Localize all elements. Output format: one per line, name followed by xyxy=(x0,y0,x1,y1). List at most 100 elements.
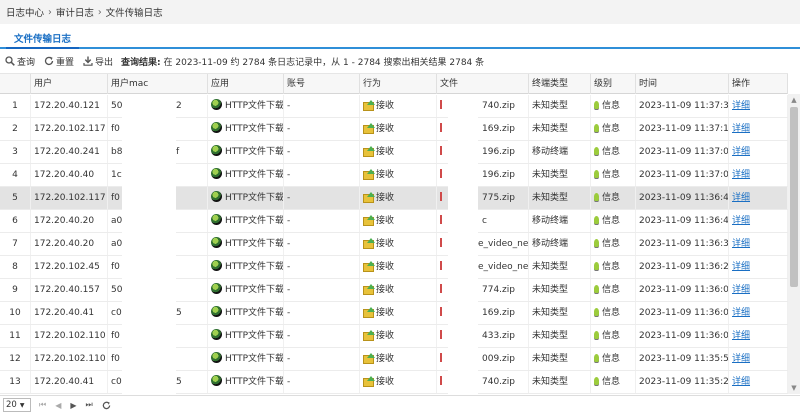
file-type-icon xyxy=(440,330,442,339)
app-name: HTTP文件下载 xyxy=(225,147,284,157)
column-header-app[interactable]: 应用 xyxy=(208,74,284,94)
page-size-select[interactable]: 20 ▼ xyxy=(3,398,31,412)
row-index: 8 xyxy=(12,262,18,272)
scroll-up-icon[interactable]: ▲ xyxy=(788,95,800,105)
cell-action: 接收 xyxy=(360,95,437,117)
cell-app: HTTP文件下载 xyxy=(208,95,284,117)
next-page-icon[interactable]: ▶ xyxy=(70,401,76,410)
query-button[interactable]: 查询 xyxy=(4,55,35,68)
table-row[interactable]: 9 172.20.40.157 50 HTTP文件下载 - 接收 774.zip 未知类型 信息… xyxy=(0,279,788,302)
app-name: HTTP文件下载 xyxy=(225,170,284,180)
detail-link[interactable]: 详细 xyxy=(732,124,750,134)
column-header-user-mac[interactable]: 用户mac xyxy=(108,74,208,94)
table-row[interactable]: 2 172.20.102.117 f0 HTTP文件下载 - 接收 169.zip 未知类型 信… xyxy=(0,118,788,141)
table-row[interactable]: 8 172.20.102.45 f0 HTTP文件下载- 接收 e_video_new.z… xyxy=(0,256,788,279)
time: 2023-11-09 11:37:02 xyxy=(639,170,729,180)
detail-link[interactable]: 详细 xyxy=(732,331,750,341)
column-header-time[interactable]: 时间 xyxy=(636,74,729,94)
action: 接收 xyxy=(376,216,395,226)
column-header-file[interactable]: 文件 xyxy=(437,74,529,94)
cell-time: 2023-11-09 11:36:49 xyxy=(636,187,729,209)
user-mac-start: 50 xyxy=(111,285,123,295)
action: 接收 xyxy=(376,331,395,341)
reset-button[interactable]: 重置 xyxy=(43,55,74,68)
cell-time: 2023-11-09 11:36:39 xyxy=(636,233,729,255)
export-button[interactable]: 导出 xyxy=(82,55,113,68)
table-row[interactable]: 12 172.20.102.110 f0 HTTP文件下载 - 接收 009.zip 未知类型… xyxy=(0,348,788,371)
refresh-icon[interactable] xyxy=(102,401,111,410)
cell-operation: 详细 xyxy=(729,187,788,209)
account: - xyxy=(287,331,291,341)
detail-link[interactable]: 详细 xyxy=(732,308,750,318)
file-name: e_video_new.z xyxy=(478,239,529,249)
cell-operation: 详细 xyxy=(729,256,788,278)
cell-action: 接收 xyxy=(360,348,437,370)
cell-account: - xyxy=(284,141,360,163)
table-row[interactable]: 5 172.20.102.117 f0 HTTP文件下载 - 接收 775.zip 未知类型 信… xyxy=(0,187,788,210)
table-row[interactable]: 7 172.20.40.20 a0 HTTP文件下载- 接收 e_video_new.z移… xyxy=(0,233,788,256)
reset-button-label: 重置 xyxy=(56,57,75,68)
cell-action: 接收 xyxy=(360,325,437,347)
user-ip: 172.20.40.20 xyxy=(34,239,95,249)
last-page-icon[interactable]: ⏭ xyxy=(86,400,93,410)
cell-index: 13 xyxy=(0,371,31,393)
detail-link[interactable]: 详细 xyxy=(732,285,750,295)
lightbulb-icon xyxy=(594,285,599,293)
breadcrumb: 日志中心 › 审计日志 › 文件传输日志 xyxy=(0,0,800,24)
detail-link[interactable]: 详细 xyxy=(732,101,750,111)
detail-link[interactable]: 详细 xyxy=(732,262,750,272)
file-name: e_video_new.z xyxy=(478,262,529,272)
cell-terminal-type: 未知类型 xyxy=(529,371,591,393)
user-ip: 172.20.40.20 xyxy=(34,216,95,226)
detail-link[interactable]: 详细 xyxy=(732,170,750,180)
app-name: HTTP文件下载 xyxy=(225,331,284,341)
cell-operation: 详细 xyxy=(729,141,788,163)
refresh-icon xyxy=(43,56,54,67)
breadcrumb-item-log-center[interactable]: 日志中心 xyxy=(6,5,44,19)
cell-terminal-type: 移动终端 xyxy=(529,141,591,163)
table-row[interactable]: 10 172.20.40.41 c0 5 HTTP文件下载 - 接收 169.zip 未知类型 信… xyxy=(0,302,788,325)
detail-link[interactable]: 详细 xyxy=(732,239,750,249)
breadcrumb-item-audit-log[interactable]: 审计日志 xyxy=(56,5,94,19)
column-header-account[interactable]: 账号 xyxy=(284,74,360,94)
user-ip: 172.20.102.45 xyxy=(34,262,100,272)
time: 2023-11-09 11:35:26 xyxy=(639,377,729,387)
table-row[interactable]: 4 172.20.40.40 1c HTTP文件下载 - 接收 196.zip 未知类型 信息 2… xyxy=(0,164,788,187)
column-header-user[interactable]: 用户 xyxy=(31,74,108,94)
cell-level: 信息 xyxy=(591,256,636,278)
table-row[interactable]: 13 172.20.40.41 c0 5 HTTP文件下载 - 接收 740.zip 未知类型 信… xyxy=(0,371,788,394)
first-page-icon[interactable]: ⏮ xyxy=(39,400,46,410)
column-header-action[interactable]: 行为 xyxy=(360,74,437,94)
table-row[interactable]: 11 172.20.102.110 f0 HTTP文件下载 - 接收 433.zip 未知类型… xyxy=(0,325,788,348)
file-name: 169.zip xyxy=(482,124,515,134)
scroll-down-icon[interactable]: ▼ xyxy=(788,383,800,393)
table-row[interactable]: 6 172.20.40.20 a0 HTTP文件下载 - 接收 c 移动终端 信息 2023-11… xyxy=(0,210,788,233)
cell-time: 2023-11-09 11:36:28 xyxy=(636,256,729,278)
cell-app: HTTP文件下载 xyxy=(208,279,284,301)
cell-app: HTTP文件下载 xyxy=(208,348,284,370)
table-scrollbar[interactable]: ▲ ▼ xyxy=(788,94,800,394)
column-header-terminal-type[interactable]: 终端类型 xyxy=(529,74,591,94)
cell-account: - xyxy=(284,279,360,301)
cell-level: 信息 xyxy=(591,187,636,209)
detail-link[interactable]: 详细 xyxy=(732,216,750,226)
table-row[interactable]: 1 172.20.40.121 50 2 HTTP文件下载 - 接收 740.zip 未知类型 信… xyxy=(0,95,788,118)
detail-link[interactable]: 详细 xyxy=(732,354,750,364)
cell-user: 172.20.40.20 xyxy=(31,210,108,232)
app-name: HTTP文件下载 xyxy=(225,262,284,272)
cell-user: 172.20.40.157 xyxy=(31,279,108,301)
detail-link[interactable]: 详细 xyxy=(732,377,750,387)
level: 信息 xyxy=(602,193,621,203)
detail-link[interactable]: 详细 xyxy=(732,193,750,203)
prev-page-icon[interactable]: ◀ xyxy=(55,401,61,410)
file-type-icon xyxy=(440,192,442,201)
column-header-level[interactable]: 级别 xyxy=(591,74,636,94)
user-mac-end: 5 xyxy=(176,377,182,387)
table-row[interactable]: 3 172.20.40.241 b8 f HTTP文件下载 - 接收 196.zip 移动终端 信… xyxy=(0,141,788,164)
tab-file-transfer-log[interactable]: 文件传输日志 xyxy=(6,29,80,49)
file-type-icon xyxy=(440,215,442,224)
file-type-icon xyxy=(440,353,442,362)
detail-link[interactable]: 详细 xyxy=(732,147,750,157)
time: 2023-11-09 11:37:06 xyxy=(639,147,729,157)
scrollbar-thumb[interactable] xyxy=(790,107,798,287)
